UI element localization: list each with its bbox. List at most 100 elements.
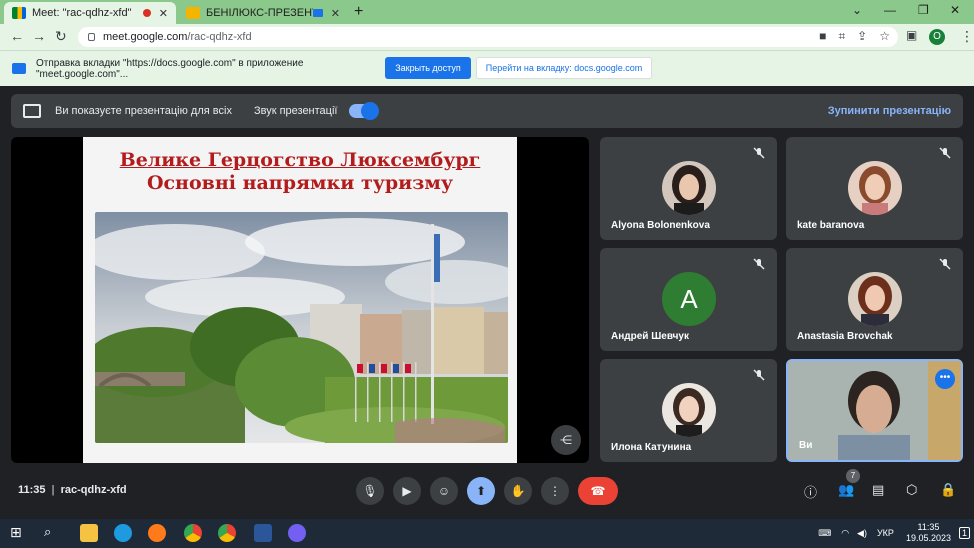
forward-icon[interactable]: → — [32, 28, 46, 44]
stop-sharing-button[interactable]: Закрыть доступ — [385, 57, 471, 79]
share-icon[interactable]: ⇪ — [857, 29, 867, 44]
camera-icon[interactable]: ■ — [819, 29, 826, 44]
wifi-icon[interactable]: ◠ — [841, 528, 849, 539]
go-to-tab-button[interactable]: Перейти на вкладку: docs.google.com — [476, 57, 652, 79]
avatar-initial-letter: A — [680, 283, 698, 314]
camera-button[interactable]: ▶ — [393, 477, 421, 505]
windows-taskbar: ⊞ ⌕ ⌨ ◠ ◀) УКР 11:35 19.05.2023 1 — [0, 519, 974, 548]
host-controls-icon[interactable]: 🔒 — [940, 482, 956, 498]
mic-off-icon — [753, 147, 765, 159]
mic-off-icon — [753, 369, 765, 381]
cast-icon — [312, 9, 323, 17]
side-panel-icon[interactable]: ▣ — [906, 28, 917, 42]
taskbar-clock[interactable]: 11:35 19.05.2023 — [906, 522, 951, 544]
avatar — [848, 161, 902, 215]
tab-title: БЕНІЛЮКС-ПРЕЗЕНТА.ppt — [206, 7, 313, 19]
share-menu-icon[interactable]: ⋲ — [551, 425, 581, 455]
stop-presenting-button[interactable]: Зупинити презентацію — [828, 105, 951, 117]
sharing-message: Отправка вкладки "https://docs.google.co… — [36, 57, 304, 80]
translate-icon[interactable]: ⌗ — [838, 29, 845, 44]
emoji-icon: ☺ — [437, 484, 451, 498]
participant-name: Alyona Bolonenkova — [611, 220, 710, 231]
chat-icon[interactable]: ▤ — [872, 482, 884, 498]
tab-title: Meet: "rac-qdhz-xfd" — [32, 7, 132, 19]
microphone-button[interactable]: 🎙 — [356, 477, 384, 505]
bookmark-star-icon[interactable]: ☆ — [879, 29, 890, 44]
luxembourg-city-photo — [95, 212, 508, 443]
self-view-tile[interactable]: ••• Ви — [786, 359, 963, 462]
people-icon[interactable]: 👥 — [838, 482, 854, 498]
window-close-button[interactable]: ✕ — [950, 3, 960, 17]
url-path: /rac-qdhz-xfd — [187, 31, 252, 43]
more-options-button[interactable]: ⋮ — [541, 477, 569, 505]
participant-name: Anastasia Brovchak — [797, 331, 893, 342]
chrome-icon[interactable] — [184, 524, 202, 542]
notification-count[interactable]: 1 — [958, 527, 970, 539]
mic-off-icon — [753, 258, 765, 270]
video-camera-icon: ▶ — [402, 484, 412, 498]
participant-tile[interactable]: kate baranova — [786, 137, 963, 240]
avatar — [848, 272, 902, 326]
keyboard-icon[interactable]: ⌨ — [818, 528, 831, 539]
microphone-icon: 🎙 — [362, 484, 378, 498]
close-icon[interactable]: ✕ — [159, 7, 168, 20]
tab-slides[interactable]: БЕНІЛЮКС-ПРЕЗЕНТА.ppt ✕ — [178, 2, 348, 24]
present-button[interactable]: ⬆ — [467, 477, 495, 505]
google-slides-icon — [186, 7, 200, 19]
restore-button[interactable]: ❐ — [918, 3, 929, 17]
mic-off-icon — [939, 258, 951, 270]
leave-call-button[interactable]: ☎ — [578, 477, 618, 505]
meeting-details-icon[interactable]: ⓘ — [804, 482, 817, 501]
meeting-info: 11:35 | rac-qdhz-xfd — [18, 484, 127, 496]
meeting-controls: 11:35 | rac-qdhz-xfd 🎙 ▶ ☺ ⬆ ✋ ⋮ ☎ ⓘ 👥 ▤ ⬡… — [0, 471, 974, 511]
chevron-down-icon[interactable]: ⌄ — [852, 3, 862, 17]
windows-start-icon[interactable]: ⊞ — [10, 524, 28, 542]
language-indicator[interactable]: УКР — [877, 528, 894, 538]
meeting-time: 11:35 — [18, 484, 46, 496]
presentation-sound-toggle[interactable] — [349, 102, 380, 120]
slide-title-line2: Основні напрямки туризму — [146, 172, 454, 194]
slide-title: Велике Герцогство Люксембург Основні нап… — [83, 149, 517, 195]
navigation-bar: ← → ↻ meet.google.com/rac-qdhz-xfd ■ ⌗ ⇪… — [0, 24, 974, 50]
address-bar-actions: ■ ⌗ ⇪ ☆ — [819, 29, 890, 44]
edge-icon[interactable] — [114, 524, 132, 542]
avatar — [662, 383, 716, 437]
new-tab-button[interactable]: + — [354, 3, 363, 21]
captions-button[interactable]: ☺ — [430, 477, 458, 505]
recording-icon — [142, 9, 151, 17]
avatar[interactable]: O — [929, 29, 945, 45]
more-vert-icon: ⋮ — [549, 484, 561, 498]
participant-tile[interactable]: Илона Катунина — [600, 359, 777, 462]
minimize-button[interactable]: — — [884, 3, 896, 17]
close-icon[interactable]: ✕ — [331, 7, 340, 20]
lock-icon — [88, 33, 95, 41]
participant-name: Илона Катунина — [611, 442, 692, 453]
present-screen-icon: ⬆ — [475, 484, 487, 498]
end-call-icon: ☎ — [590, 484, 606, 498]
tab-strip: Meet: "rac-qdhz-xfd" ✕ БЕНІЛЮКС-ПРЕЗЕНТА… — [0, 0, 974, 24]
back-icon[interactable]: ← — [10, 28, 24, 44]
google-meet-icon — [12, 7, 26, 19]
search-icon[interactable]: ⌕ — [44, 524, 62, 542]
meeting-code: rac-qdhz-xfd — [60, 484, 127, 496]
word-icon[interactable] — [254, 524, 272, 542]
volume-icon[interactable]: ◀) — [857, 528, 867, 539]
viber-icon[interactable] — [288, 524, 306, 542]
tab-meet[interactable]: Meet: "rac-qdhz-xfd" ✕ — [4, 2, 176, 24]
address-bar[interactable]: meet.google.com/rac-qdhz-xfd — [78, 27, 898, 47]
file-explorer-icon[interactable] — [80, 524, 98, 542]
firefox-icon[interactable] — [148, 524, 166, 542]
activities-icon[interactable]: ⬡ — [906, 482, 917, 498]
raise-hand-button[interactable]: ✋ — [504, 477, 532, 505]
chrome-icon[interactable] — [218, 524, 236, 542]
participant-count-badge: 7 — [846, 469, 860, 483]
more-options-icon[interactable]: ••• — [935, 369, 955, 389]
reload-icon[interactable]: ↻ — [55, 28, 67, 45]
participant-tile[interactable]: A Андрей Шевчук — [600, 248, 777, 351]
avatar — [662, 161, 716, 215]
menu-icon[interactable]: ⋮ — [960, 28, 974, 45]
participant-tile[interactable]: Anastasia Brovchak — [786, 248, 963, 351]
participant-tile[interactable]: Alyona Bolonenkova — [600, 137, 777, 240]
hand-icon: ✋ — [510, 484, 526, 498]
avatar-initial: A — [662, 272, 716, 326]
